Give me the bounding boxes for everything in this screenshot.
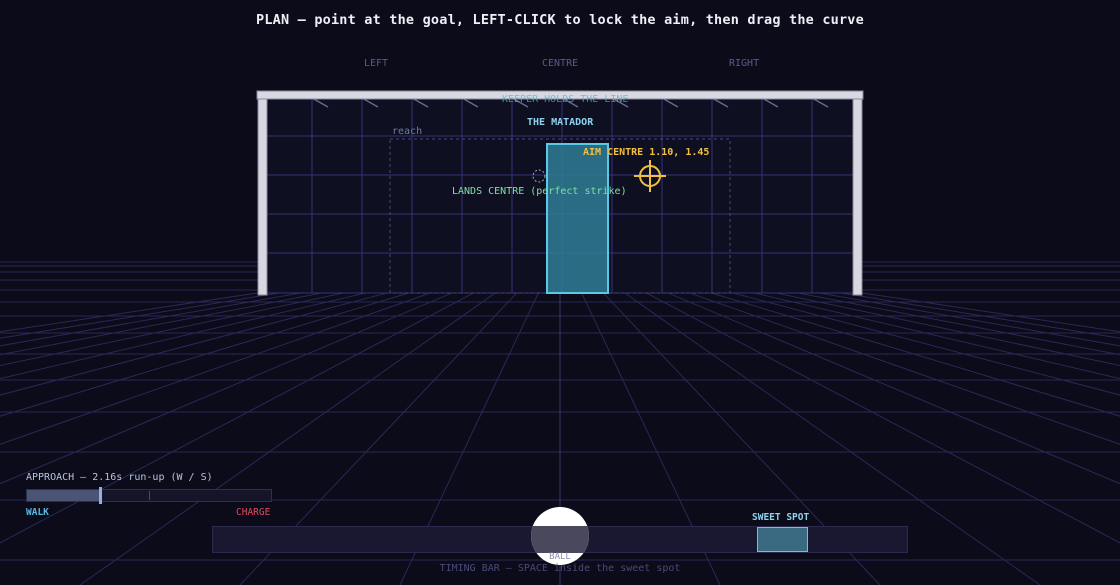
instruction-banner: PLAN — point at the goal, LEFT-CLICK to … [256,12,864,28]
approach-meter[interactable] [26,487,272,504]
ball-indicator: BALL [531,507,589,565]
zone-label-right: RIGHT [729,58,760,69]
landing-prediction: LANDS CENTRE (perfect strike) [452,186,627,197]
zone-label-centre: CENTRE [542,58,579,69]
aim-readout: AIM CENTRE 1.10, 1.45 [583,147,710,158]
charge-label: CHARGE [236,507,271,518]
reach-label: reach [392,126,423,137]
walk-label: WALK [26,507,49,518]
zone-label-left: LEFT [364,58,389,69]
ball-band [531,526,589,553]
approach-label: APPROACH — 2.16s run-up (W / S) [26,472,213,483]
ball-label: BALL [549,552,571,562]
approach-midpoint-tick [149,491,150,500]
timing-hint: TIMING BAR — SPACE inside the sweet spot [439,563,681,574]
approach-handle[interactable] [99,487,103,504]
goalkeeper [546,143,609,294]
keeper-name: THE MATADOR [527,117,594,128]
sweet-spot-zone [757,527,808,552]
approach-fill [27,490,101,501]
goal-caption: KEEPER HOLDS THE LINE [502,94,629,105]
sweet-spot-label: SWEET SPOT [752,512,810,523]
